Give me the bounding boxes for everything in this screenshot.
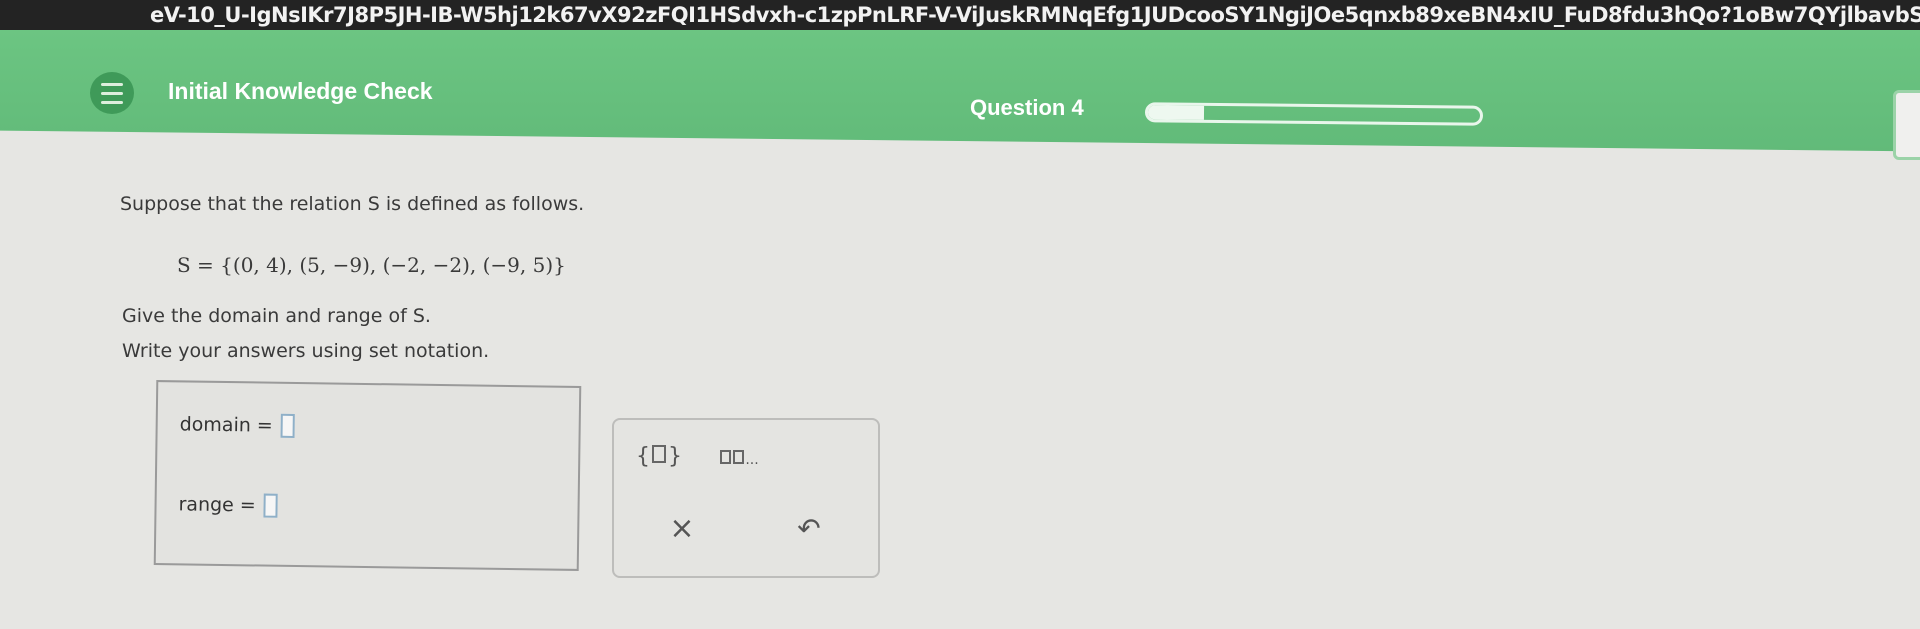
question-instruction: Write your answers using set notation. — [122, 340, 490, 362]
list-icon: ... — [719, 450, 759, 468]
set-braces-icon: {} — [636, 443, 682, 469]
page-title: Initial Knowledge Check — [168, 78, 433, 104]
side-panel-tab[interactable] — [1893, 90, 1920, 160]
range-label: range = — [178, 493, 256, 517]
menu-button[interactable] — [90, 72, 134, 114]
undo-button[interactable]: ↶ — [789, 508, 829, 548]
domain-label: domain = — [179, 413, 273, 437]
progress-bar-fill — [1147, 105, 1205, 120]
hamburger-icon-line — [101, 82, 123, 86]
set-definition: S = {(0, 4), (5, −9), (−2, −2), (−9, 5)} — [177, 253, 566, 277]
browser-url-bar[interactable]: eV-10_U-IgNsIKr7J8P5JH-IB-W5hj12k67vX92z… — [0, 0, 1920, 30]
domain-input[interactable] — [280, 413, 295, 438]
hamburger-icon-line — [101, 100, 123, 104]
range-row: range = — [178, 492, 278, 518]
set-notation-button[interactable]: {} — [634, 440, 684, 472]
question-instruction: Give the domain and range of S. — [122, 305, 431, 327]
domain-row: domain = — [180, 412, 295, 438]
math-tool-panel: {} ... × ↶ — [612, 418, 880, 578]
hamburger-icon-line — [101, 91, 123, 95]
answer-box: domain = range = — [153, 380, 582, 571]
clear-button[interactable]: × — [662, 508, 702, 548]
range-input[interactable] — [263, 493, 278, 518]
progress-bar — [1144, 102, 1484, 126]
list-notation-button[interactable]: ... — [709, 444, 769, 474]
question-prompt: Suppose that the relation S is defined a… — [120, 193, 585, 215]
close-icon: × — [669, 510, 695, 546]
question-number: Question 4 — [970, 95, 1084, 120]
undo-icon: ↶ — [797, 511, 821, 545]
